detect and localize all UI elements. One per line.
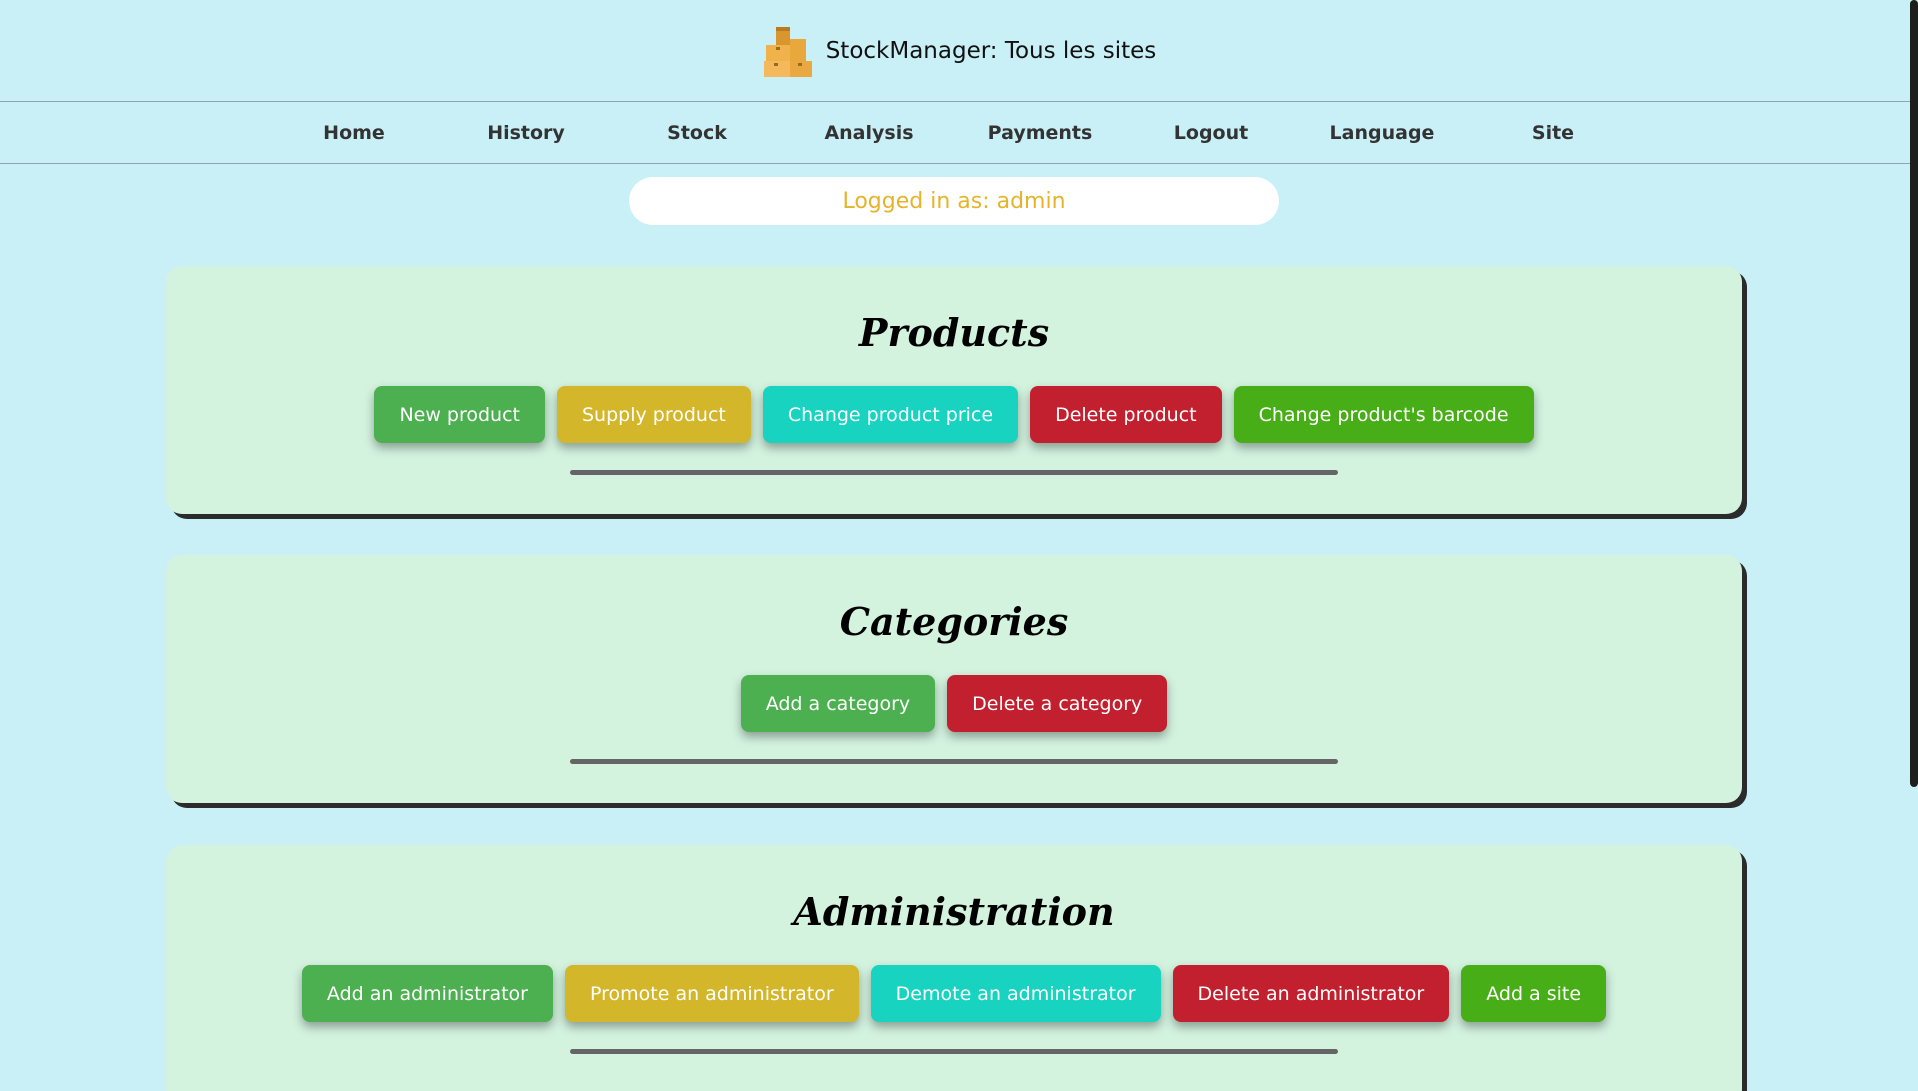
new-product-button[interactable]: New product <box>374 386 545 443</box>
app-header: StockManager: Tous les sites <box>0 0 1918 102</box>
categories-section: Categories Add a category Delete a categ… <box>166 555 1742 803</box>
nav-site[interactable]: Site <box>1468 102 1638 164</box>
nav-analysis[interactable]: Analysis <box>784 102 954 164</box>
products-section: Products New product Supply product Chan… <box>166 266 1742 514</box>
main-nav: Home History Stock Analysis Payments Log… <box>0 102 1918 164</box>
logged-in-badge: Logged in as: admin <box>629 177 1279 225</box>
change-product-barcode-button[interactable]: Change product's barcode <box>1233 386 1534 443</box>
section-divider <box>570 470 1338 475</box>
delete-category-button[interactable]: Delete a category <box>947 675 1168 732</box>
delete-product-button[interactable]: Delete product <box>1030 386 1222 443</box>
nav-payments[interactable]: Payments <box>955 102 1125 164</box>
promote-administrator-button[interactable]: Promote an administrator <box>564 965 859 1022</box>
scrollbar[interactable] <box>1908 0 1918 1091</box>
categories-title: Categories <box>839 599 1069 644</box>
page: StockManager: Tous les sites Home Histor… <box>0 0 1918 1091</box>
delete-administrator-button[interactable]: Delete an administrator <box>1172 965 1450 1022</box>
section-divider <box>570 759 1338 764</box>
section-divider <box>570 1049 1338 1054</box>
scrollbar-thumb[interactable] <box>1910 0 1918 787</box>
add-category-button[interactable]: Add a category <box>740 675 936 732</box>
products-actions: New product Supply product Change produc… <box>166 386 1742 443</box>
change-product-price-button[interactable]: Change product price <box>762 386 1019 443</box>
app-title: StockManager: Tous les sites <box>825 37 1157 64</box>
administration-section: Administration Add an administrator Prom… <box>166 845 1742 1091</box>
demote-administrator-button[interactable]: Demote an administrator <box>870 965 1161 1022</box>
nav-home[interactable]: Home <box>269 102 439 164</box>
add-site-button[interactable]: Add a site <box>1461 965 1607 1022</box>
nav-stock[interactable]: Stock <box>612 102 782 164</box>
administration-title: Administration <box>793 889 1115 934</box>
products-title: Products <box>858 310 1050 355</box>
nav-language[interactable]: Language <box>1297 102 1467 164</box>
boxes-icon <box>762 25 814 77</box>
supply-product-button[interactable]: Supply product <box>557 386 751 443</box>
nav-logout[interactable]: Logout <box>1126 102 1296 164</box>
categories-actions: Add a category Delete a category <box>166 675 1742 732</box>
add-administrator-button[interactable]: Add an administrator <box>301 965 553 1022</box>
administration-actions: Add an administrator Promote an administ… <box>166 965 1742 1022</box>
nav-history[interactable]: History <box>441 102 611 164</box>
